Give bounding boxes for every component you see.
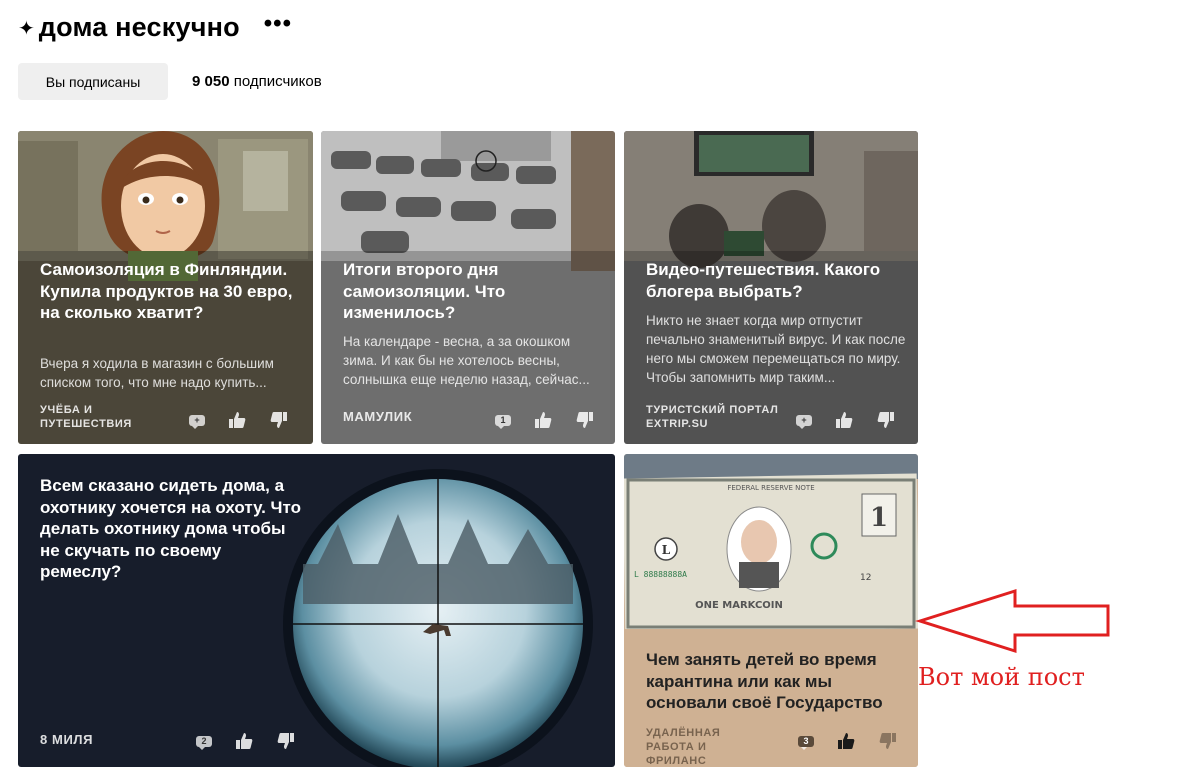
more-options-icon[interactable]: ••• bbox=[264, 10, 292, 38]
article-card[interactable]: Всем сказано сидеть дома, а охотнику хоч… bbox=[18, 454, 615, 767]
comments-icon[interactable]: 3 bbox=[798, 735, 814, 750]
card-title[interactable]: Итоги второго дня самоизоляции. Что изме… bbox=[343, 259, 583, 324]
sparkle-icon: ✦ bbox=[18, 15, 35, 40]
card-actions: 2 bbox=[196, 731, 296, 751]
annotation-arrow-icon bbox=[915, 588, 1110, 654]
like-icon[interactable] bbox=[533, 410, 553, 430]
subscribers-label: подписчиков bbox=[233, 73, 322, 90]
like-icon[interactable] bbox=[836, 731, 856, 751]
card-cover-image: L 1 FEDERAL RESERVE NOTE L 88888888A 12 … bbox=[624, 454, 918, 767]
card-snippet: Вчера я ходила в магазин с большим списк… bbox=[40, 356, 274, 390]
article-card[interactable]: Самоизоляция в Финляндии. Купила продукт… bbox=[18, 131, 313, 444]
card-actions: + bbox=[189, 410, 289, 430]
card-actions: 3 bbox=[798, 731, 898, 751]
card-title[interactable]: Всем сказано сидеть дома, а охотнику хоч… bbox=[40, 475, 305, 583]
card-actions: 1 bbox=[495, 410, 595, 430]
banknote-number: L 88888888A bbox=[634, 570, 687, 579]
card-source[interactable]: УДАЛЁННАЯ РАБОТА И ФРИЛАНС bbox=[646, 726, 766, 767]
card-title[interactable]: Чем занять детей во время карантина или … bbox=[646, 649, 906, 714]
banknote-small: 12 bbox=[860, 573, 871, 583]
article-card[interactable]: Видео-путешествия. Какого блогера выбрат… bbox=[624, 131, 918, 444]
channel-header: ✦ дома нескучно ••• bbox=[18, 10, 292, 43]
card-snippet: На календаре - весна, а за окошком зима.… bbox=[343, 334, 590, 387]
dislike-icon[interactable] bbox=[575, 410, 595, 430]
comments-icon[interactable]: + bbox=[796, 414, 812, 429]
card-snippet: Никто не знает когда мир отпустит печаль… bbox=[646, 313, 906, 385]
banknote-top-text: FEDERAL RESERVE NOTE bbox=[727, 484, 814, 492]
article-card[interactable]: Итоги второго дня самоизоляции. Что изме… bbox=[321, 131, 615, 444]
comments-icon[interactable]: 2 bbox=[196, 735, 212, 750]
subscribed-button[interactable]: Вы подписаны bbox=[18, 63, 168, 100]
card-title[interactable]: Видео-путешествия. Какого блогера выбрат… bbox=[646, 259, 906, 302]
comments-icon[interactable]: 1 bbox=[495, 414, 511, 429]
card-actions: + bbox=[796, 410, 896, 430]
subscribers-counter: 9 050 подписчиков bbox=[192, 73, 322, 90]
like-icon[interactable] bbox=[227, 410, 247, 430]
banknote-name: ONE MARKCOIN bbox=[695, 600, 783, 611]
subscription-row: Вы подписаны 9 050 подписчиков bbox=[18, 63, 322, 100]
annotation-text: Вот мой пост bbox=[918, 663, 1085, 691]
dislike-icon[interactable] bbox=[876, 410, 896, 430]
banknote-letter: L bbox=[662, 543, 671, 557]
card-source[interactable]: МАМУЛИК bbox=[343, 410, 412, 424]
dislike-icon[interactable] bbox=[276, 731, 296, 751]
card-title[interactable]: Самоизоляция в Финляндии. Купила продукт… bbox=[40, 259, 295, 324]
dislike-icon[interactable] bbox=[878, 731, 898, 751]
article-card-my-post[interactable]: L 1 FEDERAL RESERVE NOTE L 88888888A 12 … bbox=[624, 454, 918, 767]
like-icon[interactable] bbox=[234, 731, 254, 751]
dislike-icon[interactable] bbox=[269, 410, 289, 430]
card-source[interactable]: УЧЁБА И ПУТЕШЕСТВИЯ bbox=[40, 403, 150, 431]
card-source[interactable]: 8 МИЛЯ bbox=[40, 733, 93, 747]
channel-title: дома нескучно bbox=[38, 12, 240, 42]
subscribers-count: 9 050 bbox=[192, 73, 230, 90]
card-source[interactable]: ТУРИСТСКИЙ ПОРТАЛ EXTRIP.SU bbox=[646, 403, 786, 431]
comments-icon[interactable]: + bbox=[189, 414, 205, 429]
banknote-denomination: 1 bbox=[870, 503, 888, 533]
like-icon[interactable] bbox=[834, 410, 854, 430]
